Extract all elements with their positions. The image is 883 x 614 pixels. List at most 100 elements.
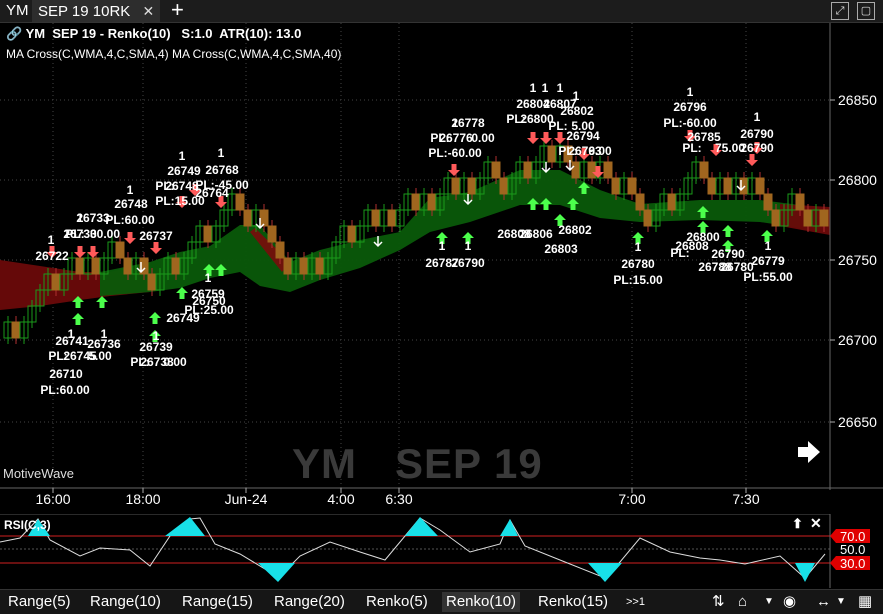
trade-annotation: PL:-60.00: [428, 146, 482, 160]
bar-tab-range20[interactable]: Range(20): [270, 592, 349, 612]
price-label: 26650: [838, 414, 877, 430]
renko-brick: [763, 193, 773, 211]
header-s: S:1.0: [181, 26, 213, 41]
study-legend[interactable]: MA Cross(C,WMA,4,C,SMA,4) MA Cross(C,WMA…: [6, 47, 341, 61]
renko-brick: [667, 193, 677, 211]
time-label: 4:00: [327, 491, 354, 507]
trade-annotation: PL:60.00: [105, 213, 155, 227]
price-label: 26850: [838, 92, 877, 108]
trade-annotation: 26790: [740, 141, 774, 155]
trade-annotation: 1: [557, 81, 564, 95]
renko-brick: [499, 177, 509, 195]
trade-annotation: 26764: [195, 186, 229, 200]
tab-label: YM: [6, 2, 29, 19]
renko-brick: [755, 177, 765, 195]
rsi-label: RSI(C,3): [4, 518, 51, 532]
trade-annotation: 1: [573, 89, 580, 103]
renko-brick: [707, 177, 717, 195]
trade-annotation: PL:: [548, 119, 567, 133]
renko-brick: [411, 193, 421, 211]
renko-brick: [123, 257, 133, 275]
renko-brick: [451, 177, 461, 195]
sell-signal-arrow: [448, 164, 460, 176]
bar-tab-renko15[interactable]: Renko(15): [534, 592, 612, 612]
renko-brick: [467, 177, 477, 195]
renko-brick: [299, 257, 309, 275]
bar-tab-range15[interactable]: Range(15): [178, 592, 257, 612]
fit-width-icon[interactable]: ↔: [816, 592, 831, 612]
renko-brick: [523, 161, 533, 179]
overflow-tabs[interactable]: >>1: [622, 592, 649, 612]
trade-annotation: 26737: [139, 229, 173, 243]
trade-annotation: 26802: [560, 104, 594, 118]
watermark-contract: SEP 19: [395, 440, 543, 487]
trade-annotation: PL:15.00: [613, 273, 663, 287]
tab-label: SEP 19 10RK: [38, 3, 131, 20]
trade-annotation: 1: [439, 239, 446, 253]
trade-annotation: 26776: [439, 131, 473, 145]
bar-tab-renko5[interactable]: Renko(5): [362, 592, 432, 612]
eye-icon[interactable]: ◉: [783, 592, 796, 612]
renko-brick: [203, 225, 213, 243]
bar-tab-range10[interactable]: Range(10): [86, 592, 165, 612]
rsi-level-label: 30.0: [840, 556, 865, 571]
renko-brick: [91, 257, 101, 275]
header-atr: ATR(10): 13.0: [219, 26, 302, 41]
trade-annotation: 1: [205, 271, 212, 285]
move-up-icon[interactable]: ⬆: [792, 516, 803, 531]
trade-annotation: 26779: [751, 254, 785, 268]
trade-annotation: 26780: [621, 257, 655, 271]
trade-annotation: 26802: [558, 223, 592, 237]
header-title: SEP 19 - Renko(10): [52, 26, 171, 41]
sort-icon[interactable]: ⇅: [712, 592, 725, 612]
time-label: 7:00: [618, 491, 645, 507]
trade-annotation: 26778: [451, 116, 485, 130]
renko-brick: [723, 177, 733, 195]
bar-tab-renko10[interactable]: Renko(10): [442, 592, 521, 612]
tab-sep19-10rk[interactable]: SEP 19 10RK ✕: [32, 0, 161, 22]
renko-brick: [491, 161, 501, 179]
calendar-icon[interactable]: ▦: [858, 592, 872, 612]
trade-annotation: 26736: [87, 337, 121, 351]
renko-brick: [387, 209, 397, 227]
trade-annotation: PL:60.00: [40, 383, 90, 397]
bar-tab-range5[interactable]: Range(5): [4, 592, 75, 612]
trade-annotation: PL:-60.00: [663, 116, 717, 130]
maximize-icon[interactable]: ▢: [857, 2, 875, 20]
tab-bar: YM SEP 19 10RK ✕ + ⤢ ▢: [0, 0, 883, 23]
sell-signal-arrow: [540, 132, 552, 144]
trade-annotation: 1: [218, 146, 225, 160]
renko-brick: [259, 209, 269, 227]
renko-brick: [283, 257, 293, 275]
buy-signal-arrow: [176, 287, 188, 299]
home-icon[interactable]: ⌂: [738, 592, 747, 612]
rsi-panel[interactable]: RSI(C,3)70.050.030.0⬆ ✕: [0, 514, 883, 588]
close-panel-icon[interactable]: ✕: [810, 515, 822, 531]
sell-signal-arrow: [87, 246, 99, 258]
popout-icon[interactable]: ⤢: [831, 2, 849, 20]
dropdown-icon[interactable]: ▼: [764, 592, 774, 612]
renko-brick: [819, 209, 829, 227]
chart-header: 🔗 YM SEP 19 - Renko(10) S:1.0 ATR(10): 1…: [6, 26, 301, 42]
trade-annotation: 26710: [49, 367, 83, 381]
add-tab-icon[interactable]: +: [171, 0, 184, 21]
watermark-symbol: YM: [292, 440, 357, 487]
trade-annotation: 30.00: [90, 227, 120, 241]
trade-annotation: 1: [635, 240, 642, 254]
tab-ym[interactable]: YM: [0, 0, 35, 22]
renko-brick: [643, 209, 653, 227]
trade-annotation: PL:55.00: [743, 270, 793, 284]
renko-brick: [275, 241, 285, 259]
rsi-level-label: 50.0: [840, 542, 865, 557]
close-icon[interactable]: ✕: [142, 3, 154, 19]
link-icon[interactable]: 🔗: [6, 26, 22, 41]
dropdown-icon-2[interactable]: ▼: [836, 592, 846, 612]
renko-brick: [427, 193, 437, 211]
trade-annotation: 26722: [35, 249, 69, 263]
renko-brick: [51, 273, 61, 291]
buy-signal-arrow: [72, 313, 84, 325]
trade-annotation: 26794: [566, 129, 600, 143]
renko-brick: [75, 257, 85, 275]
trade-annotation: 1: [48, 233, 55, 247]
brand-label: MotiveWave: [3, 466, 75, 481]
